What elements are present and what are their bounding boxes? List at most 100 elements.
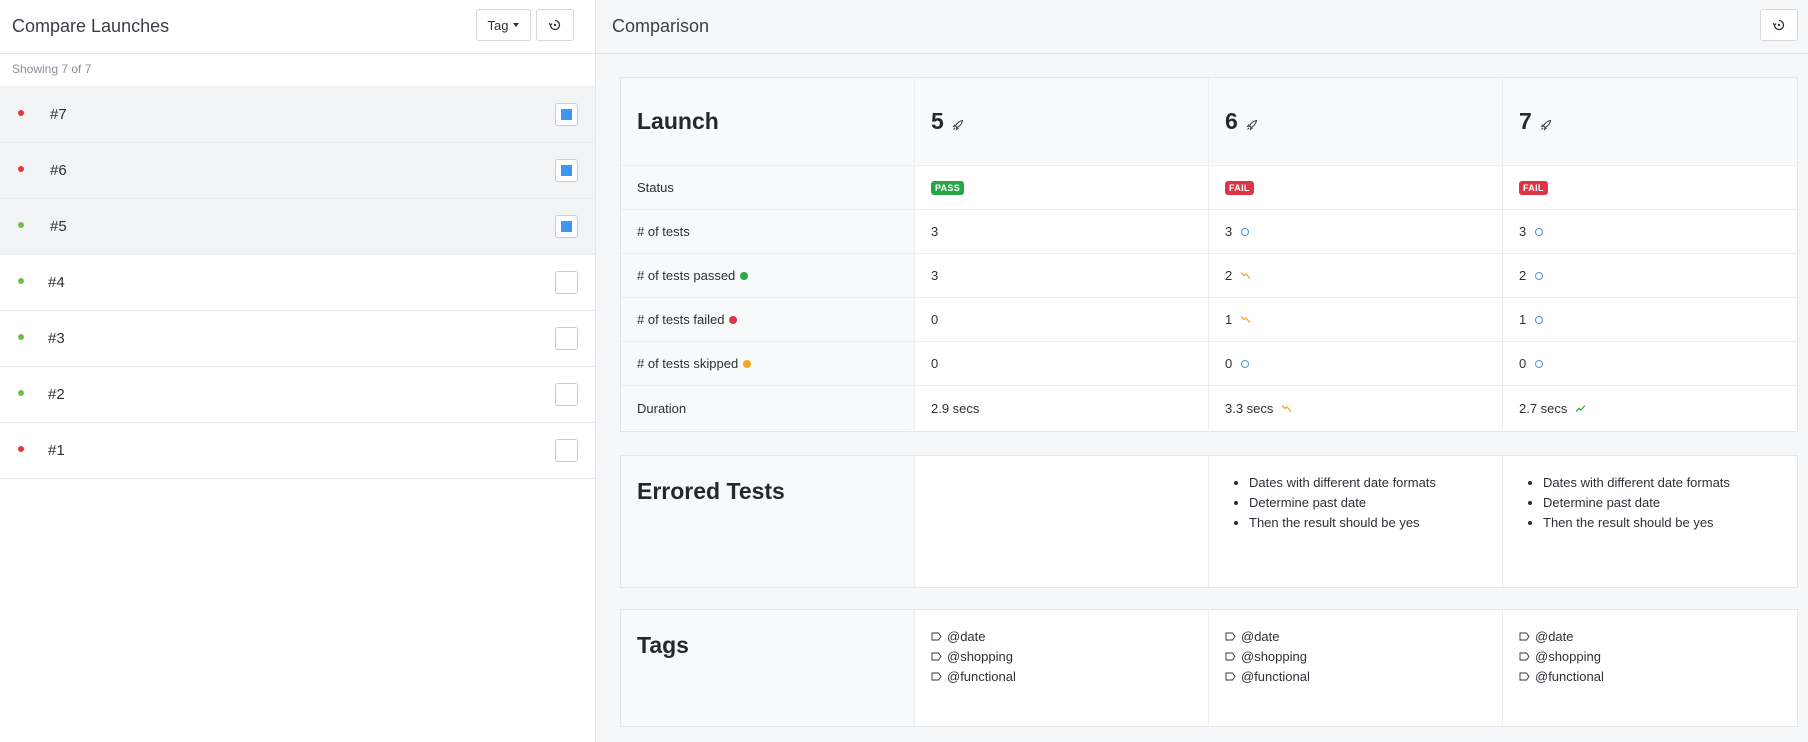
metric-value-cell: 2.9 secs bbox=[915, 386, 1209, 430]
launch-item[interactable]: #4 bbox=[0, 255, 595, 311]
metric-value-cell: 1 bbox=[1209, 298, 1503, 341]
status-badge: FAIL bbox=[1225, 180, 1254, 195]
metric-value-cell: 0 bbox=[915, 342, 1209, 385]
tag-list: @date @shopping @functional bbox=[1209, 610, 1502, 704]
right-header: Comparison bbox=[596, 0, 1808, 54]
launch-checkbox[interactable] bbox=[555, 327, 578, 350]
tag-list: @date @shopping @functional bbox=[1503, 610, 1797, 704]
errored-test-item: Determine past date bbox=[1543, 493, 1797, 513]
metric-value-cell: 0 bbox=[915, 298, 1209, 341]
tag-item: @functional bbox=[1225, 667, 1486, 687]
launch-column-header: 5 bbox=[915, 78, 1209, 165]
tags-cell: @date @shopping @functional bbox=[915, 610, 1209, 726]
metric-value-cell: 3.3 secs bbox=[1209, 386, 1503, 430]
rocket-icon bbox=[952, 119, 963, 131]
launch-number: #1 bbox=[48, 442, 65, 459]
metric-row-failed: # of tests failed 0 1 1 bbox=[621, 298, 1797, 342]
tag-item: @functional bbox=[1519, 667, 1781, 687]
metric-value: 0 bbox=[931, 356, 939, 371]
launch-item[interactable]: #3 bbox=[0, 311, 595, 367]
launch-item[interactable]: #6 bbox=[0, 143, 595, 199]
tag-name: @date bbox=[1535, 629, 1574, 644]
errored-tests-cell: Dates with different date formatsDetermi… bbox=[1503, 456, 1797, 587]
metric-label: Duration bbox=[637, 400, 687, 416]
checkbox-check bbox=[561, 165, 572, 176]
tags-card: Tags @date @shopping @functional @date @shop… bbox=[620, 609, 1798, 727]
rocket-icon bbox=[1246, 119, 1257, 131]
launch-number: #2 bbox=[48, 386, 65, 403]
reset-comparison-button[interactable] bbox=[1760, 9, 1798, 41]
metric-row-passed: # of tests passed 3 2 2 bbox=[621, 254, 1797, 298]
tag-name: @functional bbox=[1241, 669, 1310, 684]
tags-cell: @date @shopping @functional bbox=[1503, 610, 1797, 726]
metric-value: 2.9 secs bbox=[931, 400, 980, 416]
metric-value: 3.3 secs bbox=[1225, 400, 1274, 416]
tag-name: @date bbox=[947, 629, 986, 644]
unchanged-icon bbox=[1535, 271, 1544, 280]
metric-row-status: Status PASS FAIL FAIL bbox=[621, 166, 1797, 210]
tags-cell: @date @shopping @functional bbox=[1209, 610, 1503, 726]
launch-number: 7 bbox=[1519, 108, 1532, 134]
errored-label-cell: Errored Tests bbox=[621, 456, 915, 587]
tag-item: @shopping bbox=[1519, 647, 1781, 667]
errored-test-item: Determine past date bbox=[1249, 493, 1502, 513]
metric-label: # of tests skipped bbox=[637, 356, 739, 371]
launch-list: #7 #6 #5 #4 #3 #2 #1 bbox=[0, 87, 595, 479]
metric-value: 2 bbox=[1225, 268, 1233, 283]
errored-tests-cell: Dates with different date formatsDetermi… bbox=[1209, 456, 1503, 587]
trend-down-icon bbox=[1241, 315, 1252, 324]
trend-up-icon bbox=[1576, 404, 1587, 413]
status-badge: FAIL bbox=[1519, 180, 1548, 195]
launch-checkbox[interactable] bbox=[555, 383, 578, 406]
launch-checkbox[interactable] bbox=[555, 159, 578, 182]
legend-dot bbox=[729, 315, 738, 324]
trend-down-icon bbox=[1241, 271, 1252, 280]
left-header: Compare Launches Tag bbox=[0, 0, 595, 54]
launch-item[interactable]: #7 bbox=[0, 87, 595, 143]
status-badge: PASS bbox=[931, 180, 965, 195]
status-dot bbox=[18, 222, 24, 228]
metric-value-cell: 0 bbox=[1503, 342, 1797, 385]
tag-item: @date bbox=[1519, 627, 1781, 647]
metric-label: # of tests failed bbox=[637, 312, 725, 327]
reset-icon bbox=[549, 19, 561, 31]
errored-tests-cell bbox=[915, 456, 1209, 587]
launch-checkbox[interactable] bbox=[555, 103, 578, 126]
launch-checkbox[interactable] bbox=[555, 271, 578, 294]
metric-label-cell: Duration bbox=[621, 386, 915, 430]
tags-label: Tags bbox=[637, 632, 689, 658]
tag-name: @functional bbox=[947, 669, 1016, 684]
unchanged-icon bbox=[1535, 227, 1544, 236]
tag-name: @shopping bbox=[1241, 649, 1307, 664]
metric-value-cell: 3 bbox=[915, 210, 1209, 253]
tag-button-label: Tag bbox=[487, 17, 509, 33]
unchanged-icon bbox=[1535, 315, 1544, 324]
launch-item[interactable]: #1 bbox=[0, 423, 595, 479]
launch-column-header: 6 bbox=[1209, 78, 1503, 165]
status-dot bbox=[18, 334, 24, 340]
metric-value-cell: 2 bbox=[1503, 254, 1797, 297]
launch-checkbox[interactable] bbox=[555, 215, 578, 238]
trend-down-icon bbox=[1282, 404, 1293, 413]
tag-item: @functional bbox=[931, 667, 1192, 687]
tag-filter-button[interactable]: Tag bbox=[476, 9, 531, 41]
metric-row-duration: Duration 2.9 secs 3.3 secs 2.7 secs bbox=[621, 386, 1797, 430]
metric-value: 2 bbox=[1519, 268, 1527, 283]
metric-value: 3 bbox=[931, 224, 939, 239]
legend-dot bbox=[743, 359, 752, 368]
errored-test-item: Dates with different date formats bbox=[1249, 473, 1502, 493]
metric-row-tests: # of tests 3 3 3 bbox=[621, 210, 1797, 254]
status-dot bbox=[18, 390, 24, 396]
status-dot bbox=[18, 278, 24, 284]
metric-label-cell: # of tests failed bbox=[621, 298, 915, 341]
reset-selection-button[interactable] bbox=[536, 9, 574, 41]
tag-item: @shopping bbox=[1225, 647, 1486, 667]
errored-test-item: Then the result should be yes bbox=[1543, 513, 1797, 533]
tag-icon bbox=[1519, 627, 1530, 647]
launch-checkbox[interactable] bbox=[555, 439, 578, 462]
tag-list: @date @shopping @functional bbox=[915, 610, 1208, 704]
metric-value-cell: FAIL bbox=[1503, 166, 1797, 209]
launch-item[interactable]: #5 bbox=[0, 199, 595, 255]
tag-name: @functional bbox=[1535, 669, 1604, 684]
launch-item[interactable]: #2 bbox=[0, 367, 595, 423]
